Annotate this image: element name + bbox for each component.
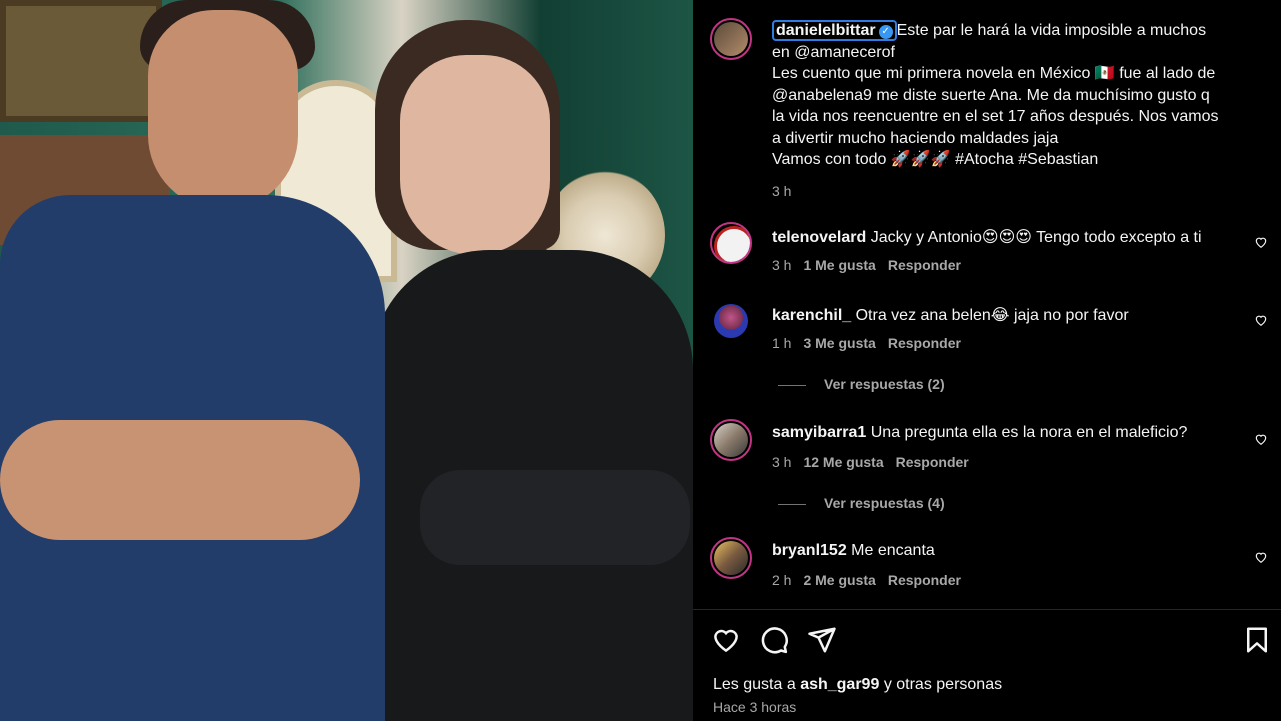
likes-prefix: Les gusta a (713, 676, 796, 693)
caption-line-6: a divertir mucho haciendo maldades jaja (772, 129, 1059, 147)
view-replies-label[interactable]: Ver respuestas (4) (824, 495, 945, 511)
caption-line-5: la vida nos reencuentre en el set 17 año… (772, 108, 1219, 125)
heart-icon[interactable] (1254, 313, 1268, 327)
comment-body: bryanl152 Me encanta (772, 542, 935, 560)
woman-arms (420, 470, 690, 565)
comment-time: 2 h (772, 572, 792, 588)
caption-line-1: Este par le hará la vida imposible a muc… (896, 22, 1207, 39)
post-panel: danielelbittar ✓ Este par le hará la vida … (693, 0, 1281, 721)
comment-time: 3 h (772, 257, 792, 273)
comment-body: karenchil_ Otra vez ana belen😂 jaja no p… (772, 305, 1129, 325)
comment-username[interactable]: bryanl152 (772, 542, 847, 559)
comment-time: 3 h (772, 454, 792, 470)
author-username[interactable]: danielelbittar (776, 22, 876, 39)
comment-likes[interactable]: 1 Me gusta (803, 257, 875, 273)
comment-username[interactable]: karenchil_ (772, 307, 851, 324)
comment-text: Una pregunta ella es la nora en el malef… (870, 424, 1188, 441)
comment-text: Otra vez ana belen😂 jaja no por favor (855, 307, 1129, 324)
likes-summary: Les gusta a ash_gar99 y otras personas (713, 676, 1002, 694)
comment-text: Me encanta (851, 542, 935, 559)
reply-button[interactable]: Responder (888, 335, 961, 351)
reply-button[interactable]: Responder (888, 257, 961, 273)
caption-line-3: Les cuento que mi primera novela en Méxi… (772, 65, 1216, 82)
view-replies-button[interactable]: Ver respuestas (4) (778, 495, 945, 511)
wall-painting (0, 0, 162, 122)
comment-text: Jacky y Antonio😍😍😍 Tengo todo excepto a … (870, 229, 1202, 246)
man-crossed-arms (0, 420, 360, 540)
comment-meta: 1 h 3 Me gusta Responder (772, 335, 961, 351)
comment-avatar[interactable] (710, 537, 752, 579)
caption-line-7: Vamos con todo 🚀🚀🚀 #Atocha #Sebastian (772, 151, 1099, 168)
heart-icon[interactable] (1254, 432, 1268, 446)
man-face (148, 10, 298, 210)
post-time: 3 h (772, 182, 792, 199)
woman-face (400, 55, 550, 255)
comment-meta: 2 h 2 Me gusta Responder (772, 572, 961, 588)
replies-dash (778, 503, 806, 505)
reply-button[interactable]: Responder (896, 454, 969, 470)
caption-line-4: @anabelena9 me diste suerte Ana. Me da m… (772, 86, 1210, 104)
likes-suffix: y otras personas (883, 676, 1003, 693)
comment-likes[interactable]: 3 Me gusta (803, 335, 875, 351)
comment-meta: 3 h 1 Me gusta Responder (772, 257, 961, 273)
comment-time: 1 h (772, 335, 792, 351)
post-timestamp: Hace 3 horas (713, 699, 797, 715)
view-replies-label[interactable]: Ver respuestas (2) (824, 376, 945, 392)
post-photo[interactable] (0, 0, 693, 721)
comment-avatar[interactable] (710, 222, 752, 264)
comment-avatar[interactable] (710, 300, 752, 342)
heart-icon[interactable] (1254, 235, 1268, 249)
bookmark-icon[interactable] (1242, 625, 1272, 655)
verified-badge-icon: ✓ (878, 25, 893, 39)
view-replies-button[interactable]: Ver respuestas (2) (778, 376, 945, 392)
like-heart-icon[interactable] (711, 625, 741, 655)
comment-bubble-icon[interactable] (759, 625, 789, 655)
share-send-icon[interactable] (807, 625, 837, 655)
actions-divider (693, 609, 1281, 610)
heart-icon[interactable] (1254, 550, 1268, 564)
comment-likes[interactable]: 2 Me gusta (803, 572, 875, 588)
comment-username[interactable]: telenovelard (772, 229, 866, 246)
comment-meta: 3 h 12 Me gusta Responder (772, 454, 969, 470)
comment-likes[interactable]: 12 Me gusta (803, 454, 883, 470)
comment-username[interactable]: samyibarra1 (772, 424, 866, 441)
comment-body: telenovelard Jacky y Antonio😍😍😍 Tengo to… (772, 227, 1202, 247)
likes-username[interactable]: ash_gar99 (800, 676, 879, 693)
comment-body: samyibarra1 Una pregunta ella es la nora… (772, 424, 1187, 442)
replies-dash (778, 384, 806, 386)
author-avatar[interactable] (710, 18, 752, 60)
comment-avatar[interactable] (710, 419, 752, 461)
caption-line-2: en @amanecerof (772, 43, 895, 61)
post-caption: danielelbittar ✓ Este par le hará la vida … (772, 20, 1262, 202)
author-username-box[interactable]: danielelbittar ✓ (772, 20, 897, 41)
reply-button[interactable]: Responder (888, 572, 961, 588)
